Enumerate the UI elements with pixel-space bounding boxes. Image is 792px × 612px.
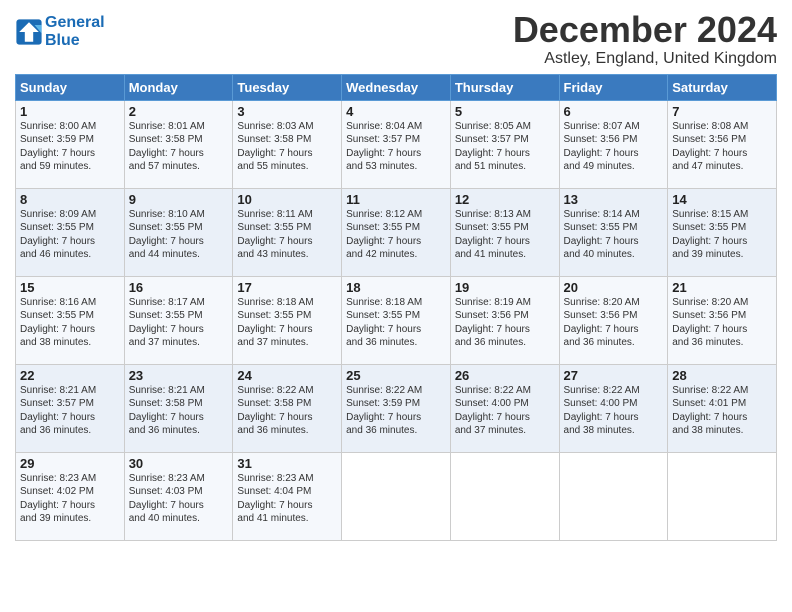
table-row: 28Sunrise: 8:22 AMSunset: 4:01 PMDayligh… [668, 364, 777, 452]
col-monday: Monday [124, 74, 233, 100]
table-row: 29Sunrise: 8:23 AMSunset: 4:02 PMDayligh… [16, 452, 125, 540]
table-row [668, 452, 777, 540]
location-subtitle: Astley, England, United Kingdom [513, 50, 777, 68]
table-row: 26Sunrise: 8:22 AMSunset: 4:00 PMDayligh… [450, 364, 559, 452]
table-row: 9Sunrise: 8:10 AMSunset: 3:55 PMDaylight… [124, 188, 233, 276]
table-row: 24Sunrise: 8:22 AMSunset: 3:58 PMDayligh… [233, 364, 342, 452]
table-row: 30Sunrise: 8:23 AMSunset: 4:03 PMDayligh… [124, 452, 233, 540]
calendar-table: Sunday Monday Tuesday Wednesday Thursday… [15, 74, 777, 541]
table-row: 17Sunrise: 8:18 AMSunset: 3:55 PMDayligh… [233, 276, 342, 364]
logo: General Blue [15, 14, 105, 49]
table-row: 8Sunrise: 8:09 AMSunset: 3:55 PMDaylight… [16, 188, 125, 276]
page-container: General Blue December 2024 Astley, Engla… [0, 0, 792, 546]
table-row: 27Sunrise: 8:22 AMSunset: 4:00 PMDayligh… [559, 364, 668, 452]
table-row: 12Sunrise: 8:13 AMSunset: 3:55 PMDayligh… [450, 188, 559, 276]
table-row: 6Sunrise: 8:07 AMSunset: 3:56 PMDaylight… [559, 100, 668, 188]
table-row [342, 452, 451, 540]
logo-text: General Blue [45, 14, 105, 49]
header: General Blue December 2024 Astley, Engla… [15, 10, 777, 68]
table-row: 13Sunrise: 8:14 AMSunset: 3:55 PMDayligh… [559, 188, 668, 276]
col-tuesday: Tuesday [233, 74, 342, 100]
col-wednesday: Wednesday [342, 74, 451, 100]
table-row: 16Sunrise: 8:17 AMSunset: 3:55 PMDayligh… [124, 276, 233, 364]
table-row: 3Sunrise: 8:03 AMSunset: 3:58 PMDaylight… [233, 100, 342, 188]
table-row: 11Sunrise: 8:12 AMSunset: 3:55 PMDayligh… [342, 188, 451, 276]
month-title: December 2024 [513, 10, 777, 50]
table-row: 14Sunrise: 8:15 AMSunset: 3:55 PMDayligh… [668, 188, 777, 276]
col-saturday: Saturday [668, 74, 777, 100]
col-sunday: Sunday [16, 74, 125, 100]
table-row: 10Sunrise: 8:11 AMSunset: 3:55 PMDayligh… [233, 188, 342, 276]
title-block: December 2024 Astley, England, United Ki… [513, 10, 777, 68]
table-row: 4Sunrise: 8:04 AMSunset: 3:57 PMDaylight… [342, 100, 451, 188]
col-thursday: Thursday [450, 74, 559, 100]
table-row: 25Sunrise: 8:22 AMSunset: 3:59 PMDayligh… [342, 364, 451, 452]
table-row [450, 452, 559, 540]
table-row: 23Sunrise: 8:21 AMSunset: 3:58 PMDayligh… [124, 364, 233, 452]
table-row: 21Sunrise: 8:20 AMSunset: 3:56 PMDayligh… [668, 276, 777, 364]
table-row: 15Sunrise: 8:16 AMSunset: 3:55 PMDayligh… [16, 276, 125, 364]
header-row: Sunday Monday Tuesday Wednesday Thursday… [16, 74, 777, 100]
table-row: 7Sunrise: 8:08 AMSunset: 3:56 PMDaylight… [668, 100, 777, 188]
table-row: 22Sunrise: 8:21 AMSunset: 3:57 PMDayligh… [16, 364, 125, 452]
table-row: 5Sunrise: 8:05 AMSunset: 3:57 PMDaylight… [450, 100, 559, 188]
table-row: 1Sunrise: 8:00 AMSunset: 3:59 PMDaylight… [16, 100, 125, 188]
table-row: 20Sunrise: 8:20 AMSunset: 3:56 PMDayligh… [559, 276, 668, 364]
col-friday: Friday [559, 74, 668, 100]
table-row: 31Sunrise: 8:23 AMSunset: 4:04 PMDayligh… [233, 452, 342, 540]
logo-icon [15, 18, 43, 46]
table-row: 18Sunrise: 8:18 AMSunset: 3:55 PMDayligh… [342, 276, 451, 364]
table-row [559, 452, 668, 540]
table-row: 2Sunrise: 8:01 AMSunset: 3:58 PMDaylight… [124, 100, 233, 188]
table-row: 19Sunrise: 8:19 AMSunset: 3:56 PMDayligh… [450, 276, 559, 364]
